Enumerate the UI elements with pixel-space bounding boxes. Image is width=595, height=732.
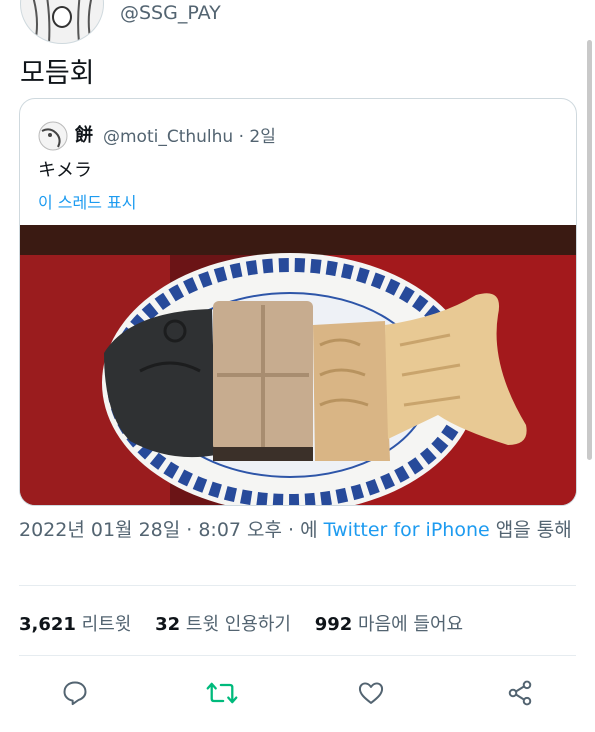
quoted-photo[interactable]: [20, 225, 576, 505]
quoted-author-name[interactable]: 餅: [75, 121, 93, 147]
show-thread-link[interactable]: 이 스레드 표시: [38, 189, 137, 213]
quotes-stat[interactable]: 32 트윗 인용하기: [155, 614, 297, 635]
tweet-source-suffix: 앱을 통해: [495, 519, 572, 541]
quoted-tweet[interactable]: 餅 @moti_Cthulhu · 2일 キメラ 이 스레드 표시: [19, 98, 577, 506]
retweet-button[interactable]: [205, 676, 239, 710]
retweets-count: 3,621: [19, 614, 76, 635]
likes-label: 마음에 들어요: [358, 614, 464, 635]
quoted-avatar: [38, 121, 68, 151]
likes-count: 992: [314, 614, 353, 635]
tweet-stats: 3,621 리트윗 32 트윗 인용하기 992 마음에 들어요: [19, 610, 481, 636]
quoted-tweet-text: キメラ: [38, 160, 92, 181]
likes-stat[interactable]: 992 마음에 들어요: [315, 614, 463, 635]
share-button[interactable]: [503, 676, 537, 710]
retweets-stat[interactable]: 3,621 리트윗: [19, 614, 137, 635]
like-button[interactable]: [354, 676, 388, 710]
like-icon: [358, 682, 384, 704]
retweet-icon: [206, 682, 238, 704]
divider: [19, 585, 576, 586]
retweets-label: 리트윗: [81, 614, 132, 635]
quotes-label: 트윗 인용하기: [185, 614, 291, 635]
tweet-timestamp[interactable]: 2022년 01월 28일 · 8:07 오후 · 에: [19, 519, 318, 541]
scrollbar[interactable]: [587, 40, 592, 460]
quoted-author-handle[interactable]: @moti_Cthulhu · 2일: [103, 122, 276, 147]
quotes-count: 32: [155, 614, 181, 635]
tweet-text: 모듬회: [20, 58, 95, 89]
reply-icon: [63, 681, 87, 706]
tweet-metadata: 2022년 01월 28일 · 8:07 오후 · 에 Twitter for …: [19, 516, 579, 544]
reply-button[interactable]: [58, 676, 92, 710]
author-avatar[interactable]: [20, 0, 104, 44]
author-handle[interactable]: @SSG_PAY: [120, 2, 221, 24]
share-icon: [508, 680, 532, 706]
tweet-source-link[interactable]: Twitter for iPhone: [324, 519, 490, 541]
divider: [19, 655, 576, 656]
